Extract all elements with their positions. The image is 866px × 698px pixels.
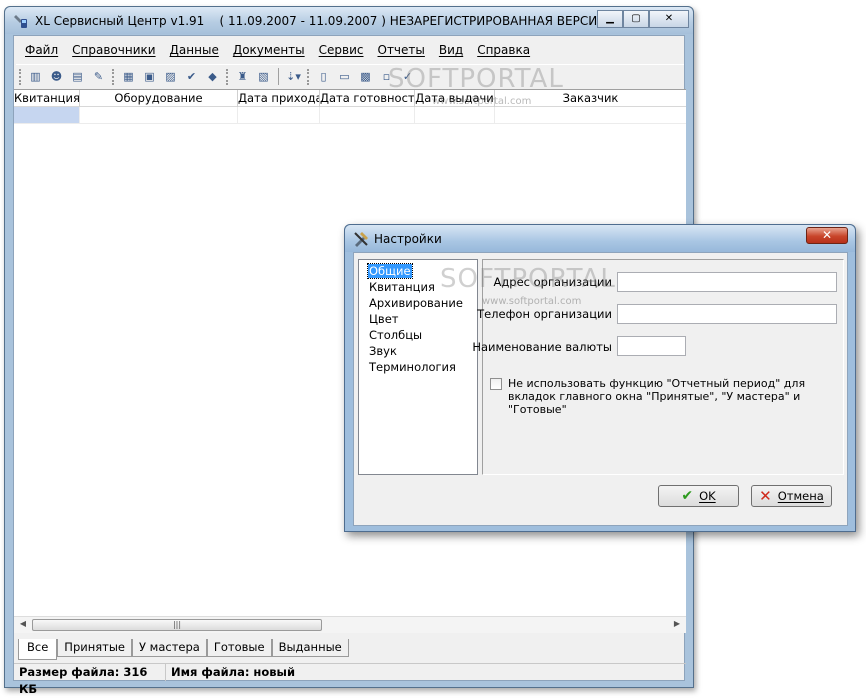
menu-directories[interactable]: Справочники xyxy=(65,41,162,61)
grid-cell[interactable] xyxy=(320,107,415,123)
grid-cell[interactable] xyxy=(495,107,686,123)
checkmark-icon: ✔ xyxy=(681,488,694,504)
toolbar-separator xyxy=(278,68,279,85)
customers-icon[interactable]: ☻ xyxy=(47,67,66,86)
org-phone-label: Телефон организации xyxy=(477,307,612,321)
currency-input[interactable] xyxy=(617,336,686,356)
tab-bar: Все Принятые У мастера Готовые Выданные xyxy=(18,639,349,660)
open-folder-icon[interactable]: ▭ xyxy=(335,67,354,86)
watermark-url: www.softportal.com xyxy=(482,296,582,307)
receive-icon[interactable]: ▥ xyxy=(26,67,45,86)
ready-icon[interactable]: ▨ xyxy=(161,67,180,86)
minimize-button[interactable]: ▁ xyxy=(597,10,623,28)
issue-icon[interactable]: ✔ xyxy=(182,67,201,86)
grid-cell[interactable] xyxy=(80,107,238,123)
watermark-url: www.softportal.com xyxy=(432,96,532,107)
cancel-button[interactable]: ✕ Отмена xyxy=(751,485,832,507)
nav-item-terminology[interactable]: Терминология xyxy=(359,360,477,376)
dialog-title: Настройки xyxy=(374,232,442,246)
calendar-icon[interactable]: ▧ xyxy=(254,67,273,86)
grid-cell[interactable] xyxy=(415,107,495,123)
ok-button[interactable]: ✔ OK xyxy=(658,485,739,507)
maximize-button[interactable]: ▢ xyxy=(623,10,649,28)
menubar: Файл Справочники Данные Документы Сервис… xyxy=(14,41,537,61)
status-file-size: Размер файла: 316 КБ xyxy=(14,664,166,696)
tab-accepted[interactable]: Принятые xyxy=(57,639,133,657)
sort-icon[interactable]: ⇣▾ xyxy=(284,67,303,86)
status-file-name: Имя файла: новый xyxy=(171,665,296,679)
nav-item-sound[interactable]: Звук xyxy=(359,344,477,360)
watermark: SOFTPORTAL xyxy=(440,264,616,294)
scroll-left-icon[interactable]: ◀ xyxy=(16,619,30,631)
master-icon[interactable]: ▣ xyxy=(140,67,159,86)
tools-icon xyxy=(354,232,368,247)
menu-data[interactable]: Данные xyxy=(163,41,226,61)
table-row[interactable] xyxy=(14,107,686,124)
ticket-icon[interactable]: ▦ xyxy=(119,67,138,86)
status-bar: Размер файла: 316 КБ Имя файла: новый xyxy=(14,663,686,696)
column-header[interactable]: Оборудование xyxy=(80,90,238,107)
archive-icon[interactable]: ◆ xyxy=(203,67,222,86)
cross-icon: ✕ xyxy=(759,487,772,505)
nav-item-columns[interactable]: Столбцы xyxy=(359,328,477,344)
report-period-checkbox[interactable] xyxy=(490,378,502,390)
grid-header: Квитанция Оборудование Дата прихода Дата… xyxy=(14,90,686,107)
nav-item-archiving[interactable]: Архивирование xyxy=(359,296,477,312)
tab-at-master[interactable]: У мастера xyxy=(132,639,207,657)
menu-service[interactable]: Сервис xyxy=(312,41,371,61)
menu-documents[interactable]: Документы xyxy=(226,41,312,61)
toolbar: ▥ ☻ ▤ ✎ ▦ ▣ ▨ ✔ ◆ ♜ ▧ ⇣▾ ▯ ▭ ▩ ▫ ✓ xyxy=(16,64,684,88)
nav-item-color[interactable]: Цвет xyxy=(359,312,477,328)
binoculars-icon[interactable]: ♜ xyxy=(233,67,252,86)
tab-all[interactable]: Все xyxy=(18,639,58,660)
menu-reports[interactable]: Отчеты xyxy=(371,41,432,61)
menu-view[interactable]: Вид xyxy=(432,41,470,61)
print-icon[interactable]: ▩ xyxy=(356,67,375,86)
close-button[interactable]: ✕ xyxy=(649,10,689,28)
column-header[interactable]: Квитанция xyxy=(14,90,80,107)
toolbar-grip[interactable] xyxy=(226,68,229,85)
equipment-icon[interactable]: ▤ xyxy=(68,67,87,86)
dialog-close-button[interactable]: ✕ xyxy=(806,227,848,244)
wrench-phone-icon xyxy=(14,15,27,28)
tab-ready[interactable]: Готовые xyxy=(206,639,272,657)
report-period-label[interactable]: Не использовать функцию "Отчетный период… xyxy=(508,377,838,416)
tab-issued[interactable]: Выданные xyxy=(271,639,349,657)
horizontal-scrollbar[interactable]: ◀ ||| ▶ xyxy=(14,616,686,633)
menu-file[interactable]: Файл xyxy=(14,41,65,61)
menu-help[interactable]: Справка xyxy=(470,41,537,61)
scroll-thumb[interactable]: ||| xyxy=(32,619,322,631)
currency-label: Наименование валюты xyxy=(472,340,612,354)
org-phone-input[interactable] xyxy=(617,304,837,324)
grid-cell[interactable] xyxy=(238,107,320,123)
org-address-input[interactable] xyxy=(617,272,837,292)
watermark: SOFTPORTAL xyxy=(388,64,564,94)
tools-icon[interactable]: ✎ xyxy=(89,67,108,86)
toolbar-grip[interactable] xyxy=(307,68,310,85)
new-document-icon[interactable]: ▯ xyxy=(314,67,333,86)
window-title: XL Сервисный Центр v1.91 ( 11.09.2007 - … xyxy=(35,14,606,28)
grid-cell[interactable] xyxy=(14,107,80,123)
toolbar-grip[interactable] xyxy=(19,68,22,85)
toolbar-grip[interactable] xyxy=(112,68,115,85)
column-header[interactable]: Дата прихода xyxy=(238,90,320,107)
main-titlebar[interactable]: XL Сервисный Центр v1.91 ( 11.09.2007 - … xyxy=(5,7,693,34)
scroll-right-icon[interactable]: ▶ xyxy=(670,619,684,631)
dialog-titlebar[interactable]: Настройки ✕ xyxy=(345,225,855,252)
